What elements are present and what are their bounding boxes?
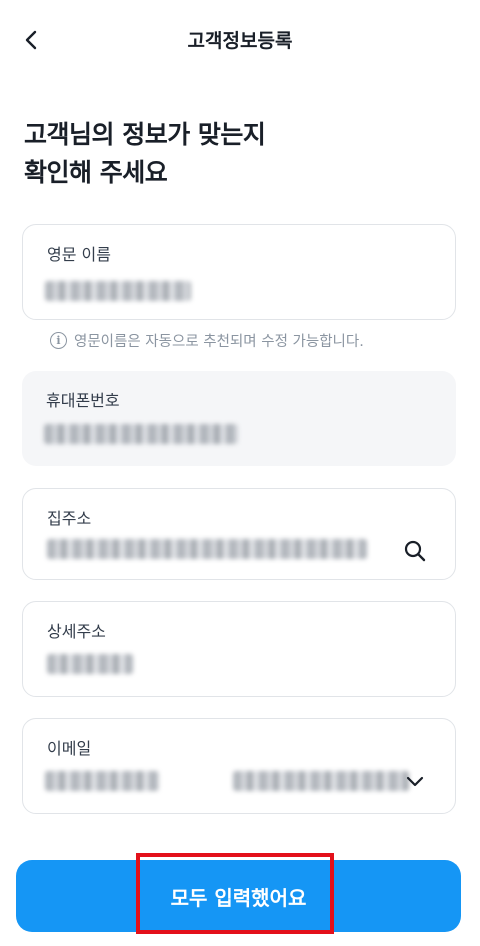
phone-label: 휴대폰번호 xyxy=(46,391,120,410)
heading-line-1: 고객님의 정보가 맞는지 xyxy=(24,120,266,149)
email-local-redacted xyxy=(45,771,159,791)
address-label: 집주소 xyxy=(47,509,92,528)
english-name-field[interactable]: 영문 이름 xyxy=(22,224,456,320)
address-search-button[interactable] xyxy=(401,537,429,565)
search-icon xyxy=(404,540,426,562)
address-detail-field[interactable]: 상세주소 xyxy=(22,601,456,697)
app-header: 고객정보등록 xyxy=(0,0,480,80)
email-field[interactable]: 이메일 xyxy=(22,718,456,814)
english-name-value-redacted xyxy=(45,281,191,301)
email-label: 이메일 xyxy=(47,739,92,758)
chevron-down-icon xyxy=(406,776,424,787)
phone-field: 휴대폰번호 xyxy=(22,371,456,466)
page-heading: 고객님의 정보가 맞는지 확인해 주세요 xyxy=(24,116,444,192)
email-domain-redacted[interactable] xyxy=(233,771,409,791)
heading-line-2: 확인해 주세요 xyxy=(24,158,168,187)
page-title: 고객정보등록 xyxy=(187,30,293,52)
english-name-label: 영문 이름 xyxy=(47,245,111,264)
address-detail-value-redacted xyxy=(47,654,133,674)
address-value-redacted xyxy=(47,539,367,559)
email-domain-dropdown[interactable] xyxy=(401,767,429,795)
submit-button[interactable]: 모두 입력했어요 xyxy=(16,860,461,932)
english-name-hint: i 영문이름은 자동으로 추천되며 수정 가능합니다. xyxy=(50,330,364,351)
address-field[interactable]: 집주소 xyxy=(22,488,456,580)
address-detail-label: 상세주소 xyxy=(47,622,106,641)
hint-text: 영문이름은 자동으로 추천되며 수정 가능합니다. xyxy=(74,334,364,350)
phone-value-redacted xyxy=(44,424,238,444)
info-icon: i xyxy=(50,332,67,349)
